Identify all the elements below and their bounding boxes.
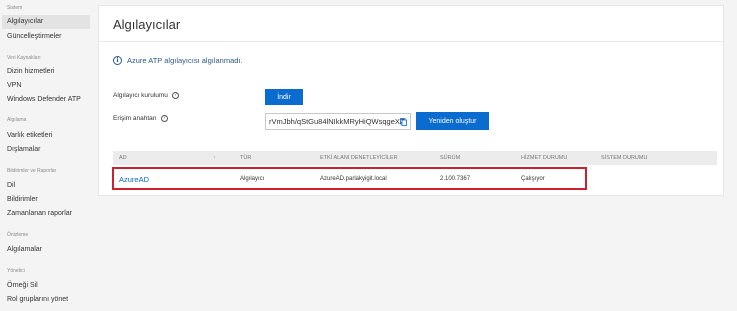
sidebar-item-scheduled-reports[interactable]: Zamanlanan raporlar [7,209,91,219]
help-icon[interactable]: ? [160,115,168,122]
sidebar: Sistem Algılayıcılar Güncelleştirmeler V… [0,0,92,311]
sidebar-section-detection: Algılama [7,117,27,123]
row-highlight-box [112,167,587,190]
column-header-domain-controllers[interactable]: ETKİ ALANI DENETLEYİCİLER [320,151,398,165]
column-header-version[interactable]: SÜRÜM [440,151,460,165]
sidebar-item-updates[interactable]: Güncelleştirmeler [7,32,91,42]
download-button[interactable]: İndir [265,89,303,105]
copy-icon[interactable] [400,118,407,126]
sidebar-item-directory-services[interactable]: Dizin hizmetleri [7,67,91,77]
sidebar-section-admin: Yönetici [7,268,25,274]
sidebar-item-notifications[interactable]: Bildirimler [7,195,91,205]
sensor-setup-label: Algılayıcı kurulumu ? [113,92,179,99]
sidebar-item-windows-defender-atp[interactable]: Windows Defender ATP [7,95,91,105]
no-sensor-notice: i Azure ATP algılayıcısı algılanmadı. [113,56,243,65]
title-divider [99,41,723,42]
notice-text: Azure ATP algılayıcısı algılanmadı. [127,56,243,65]
sidebar-section-data-sources: Veri Kaynakları [7,55,41,61]
sidebar-item-vpn[interactable]: VPN [7,81,91,91]
sensor-setup-text: Algılayıcı kurulumu [113,92,168,99]
sidebar-section-notifications-reports: Bildirimler ve Raporlar [7,168,57,174]
sidebar-item-delete-workspace[interactable]: Örneği Sil [7,281,91,291]
access-key-text: Erişim anahtarı [113,115,157,122]
sidebar-item-detections[interactable]: Algılamalar [7,245,91,255]
sidebar-section-system: Sistem [7,5,23,11]
column-header-service-status[interactable]: HİZMET DURUMU [521,151,567,165]
sidebar-item-manage-role-groups[interactable]: Rol gruplarını yönet [7,295,91,305]
sidebar-item-exclusions[interactable]: Dışlamalar [7,145,91,155]
access-key-value: rVmJbh/qStGu84lNIkkMRyHiQWsqgeXZ [269,117,405,126]
sort-arrow-icon[interactable]: ↑ [213,151,216,165]
column-header-name[interactable]: AD [119,151,127,165]
column-header-type[interactable]: TÜR [240,151,251,165]
table-header: AD ↑ TÜR ETKİ ALANI DENETLEYİCİLER SÜRÜM… [113,151,717,165]
help-icon[interactable]: ? [171,92,179,99]
access-key-field[interactable]: rVmJbh/qStGu84lNIkkMRyHiQWsqgeXZ [265,113,411,130]
access-key-label: Erişim anahtarı ? [113,115,168,122]
sidebar-section-preview: Önizleme [7,232,29,238]
info-icon: i [113,56,122,65]
page-title: Algılayıcılar [113,17,181,32]
sidebar-item-entity-tags[interactable]: Varlık etiketleri [7,131,91,141]
sidebar-item-language[interactable]: Dil [7,181,91,191]
column-header-system-status[interactable]: SİSTEM DURUMU [601,151,647,165]
sidebar-item-sensors[interactable]: Algılayıcılar [2,15,90,29]
regenerate-button[interactable]: Yeniden oluştur [416,112,489,130]
